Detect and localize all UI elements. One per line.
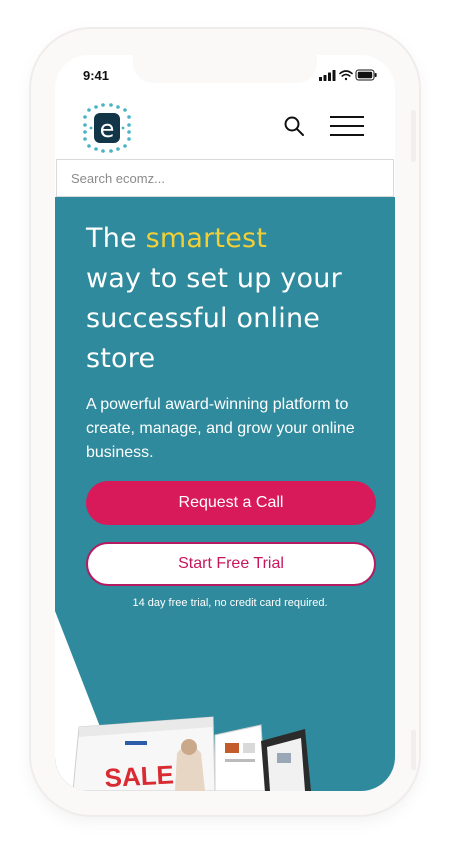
battery-icon [355, 69, 377, 81]
notch [133, 55, 317, 83]
laptop-mockup: SALE [72, 716, 216, 791]
search-input[interactable] [57, 160, 393, 196]
search-bar [56, 159, 394, 197]
start-free-trial-button[interactable]: Start Free Trial [86, 542, 376, 586]
logo-letter: e [100, 115, 115, 143]
wifi-icon [339, 70, 353, 81]
status-time: 9:41 [83, 68, 110, 83]
promo-sale-text: SALE [104, 759, 175, 791]
hero-title-prefix: The [86, 223, 146, 254]
phone-side-button [411, 110, 416, 162]
signal-icon [319, 70, 336, 81]
request-call-button[interactable]: Request a Call [86, 481, 376, 525]
hero-title: The smartest way to set up your successfu… [86, 219, 386, 379]
hero-subtitle: A powerful award-winning platform to cre… [86, 396, 355, 461]
site-header: e [55, 93, 395, 159]
ecomz-logo[interactable]: e [81, 101, 135, 155]
tablet-mockup [214, 724, 266, 791]
phone-side-button [411, 730, 416, 770]
search-icon[interactable] [283, 115, 305, 137]
status-icons [319, 69, 377, 81]
device-mockups-image: SALE [72, 716, 311, 791]
hero-title-accent: smartest [145, 223, 268, 254]
monitor-mockup [261, 729, 311, 791]
hero-section: The smartest way to set up your successfu… [55, 197, 395, 791]
hamburger-menu-icon[interactable] [330, 116, 364, 136]
hero-title-rest: way to set up your successful online sto… [86, 263, 342, 374]
phone-screen: 9:41 e Search ecomz... The smartest way … [55, 55, 395, 791]
trial-note: 14 day free trial, no credit card requir… [132, 597, 328, 609]
